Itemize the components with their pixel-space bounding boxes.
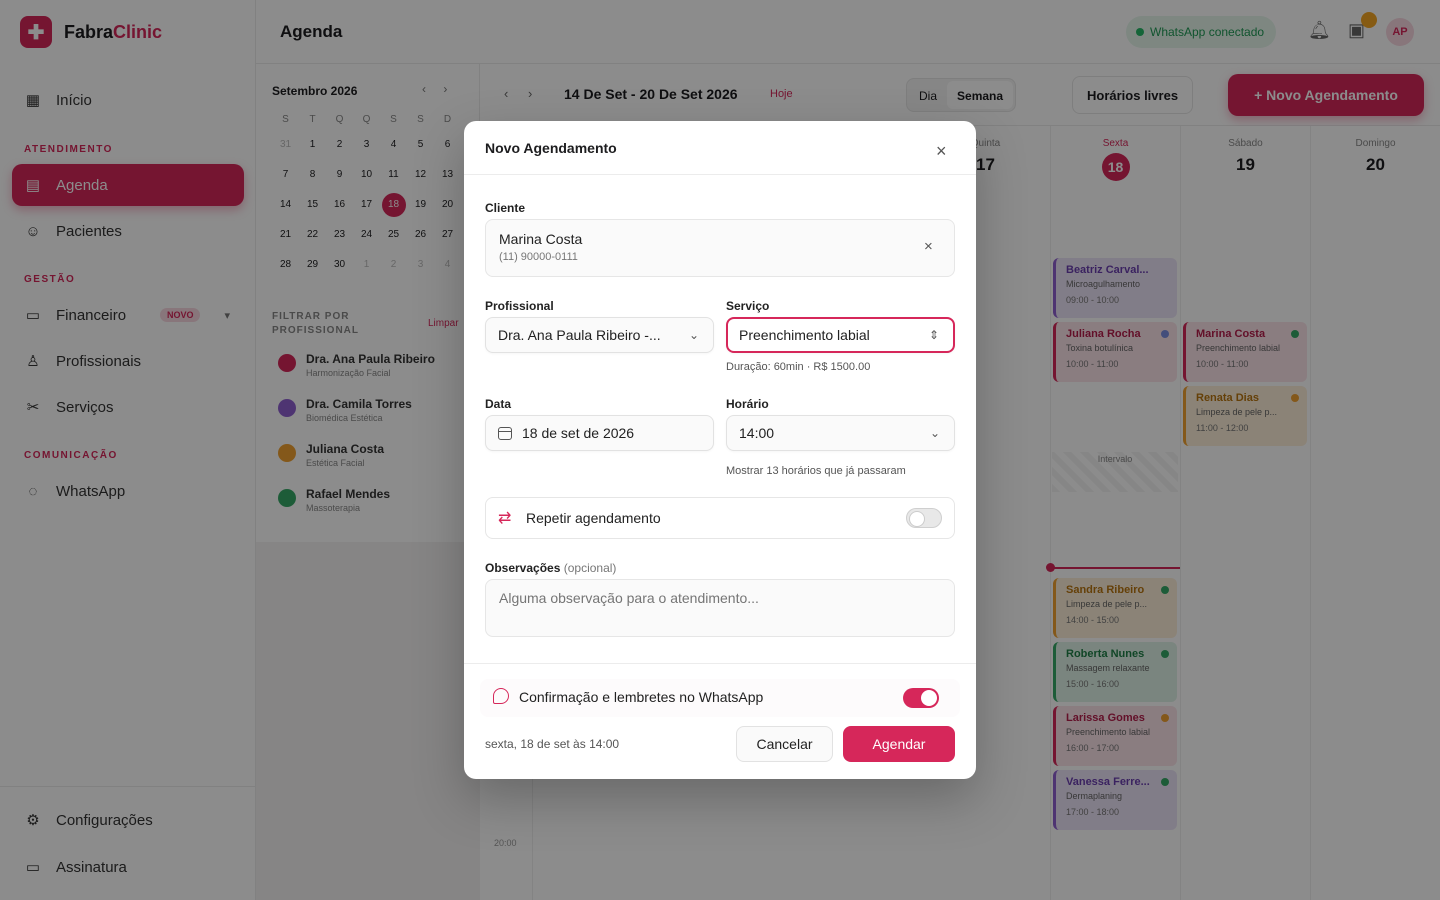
schedule-button[interactable]: Agendar bbox=[843, 726, 955, 762]
professional-select[interactable]: Dra. Ana Paula Ribeiro -... ⌄ bbox=[485, 317, 714, 353]
client-label: Cliente bbox=[485, 201, 526, 215]
repeat-icon: ⇄ bbox=[498, 510, 512, 527]
clear-client-icon[interactable]: × bbox=[924, 238, 933, 255]
close-icon[interactable]: × bbox=[936, 142, 947, 160]
cancel-button[interactable]: Cancelar bbox=[736, 726, 833, 762]
service-hint: Duração: 60min · R$ 1500.00 bbox=[726, 361, 871, 373]
service-value: Preenchimento labial bbox=[739, 327, 870, 343]
repeat-row[interactable]: ⇄ Repetir agendamento bbox=[485, 497, 955, 539]
appointment-summary: sexta, 18 de set às 14:00 bbox=[485, 737, 620, 751]
repeat-label: Repetir agendamento bbox=[526, 510, 661, 526]
calendar-icon bbox=[498, 427, 512, 440]
whatsapp-reminder-label: Confirmação e lembretes no WhatsApp bbox=[519, 689, 764, 705]
notes-label: Observações (opcional) bbox=[485, 561, 616, 575]
time-value: 14:00 bbox=[739, 425, 775, 441]
time-select[interactable]: 14:00 ⌄ bbox=[726, 415, 955, 451]
client-name: Marina Costa bbox=[499, 231, 583, 247]
chevron-up-down-icon: ⇕ bbox=[928, 328, 939, 342]
whatsapp-reminder-row[interactable]: Confirmação e lembretes no WhatsApp bbox=[480, 679, 960, 717]
date-picker[interactable]: 18 de set de 2026 bbox=[485, 415, 714, 451]
professional-label: Profissional bbox=[485, 299, 554, 313]
date-label: Data bbox=[485, 397, 512, 411]
service-label: Serviço bbox=[726, 299, 770, 313]
whatsapp-reminder-toggle[interactable] bbox=[903, 688, 939, 708]
service-select[interactable]: Preenchimento labial ⇕ bbox=[726, 317, 955, 353]
professional-value: Dra. Ana Paula Ribeiro -... bbox=[498, 327, 661, 343]
chat-icon bbox=[493, 688, 509, 704]
client-selected[interactable]: Marina Costa (11) 90000-0111 × bbox=[485, 219, 955, 277]
repeat-toggle[interactable] bbox=[906, 508, 942, 528]
chevron-down-icon: ⌄ bbox=[688, 328, 699, 342]
notes-textarea[interactable] bbox=[485, 579, 955, 637]
time-label: Horário bbox=[726, 397, 769, 411]
divider bbox=[464, 663, 976, 664]
notes-label-text: Observações bbox=[485, 561, 561, 575]
chevron-down-icon: ⌄ bbox=[929, 426, 940, 440]
show-past-times-link[interactable]: Mostrar 13 horários que já passaram bbox=[726, 465, 906, 477]
client-phone: (11) 90000-0111 bbox=[499, 251, 578, 263]
new-appointment-modal: Novo Agendamento × Cliente Marina Costa … bbox=[464, 121, 976, 779]
divider bbox=[464, 174, 976, 175]
notes-optional: (opcional) bbox=[563, 561, 617, 575]
modal-title: Novo Agendamento bbox=[485, 140, 617, 156]
date-value: 18 de set de 2026 bbox=[522, 425, 635, 441]
